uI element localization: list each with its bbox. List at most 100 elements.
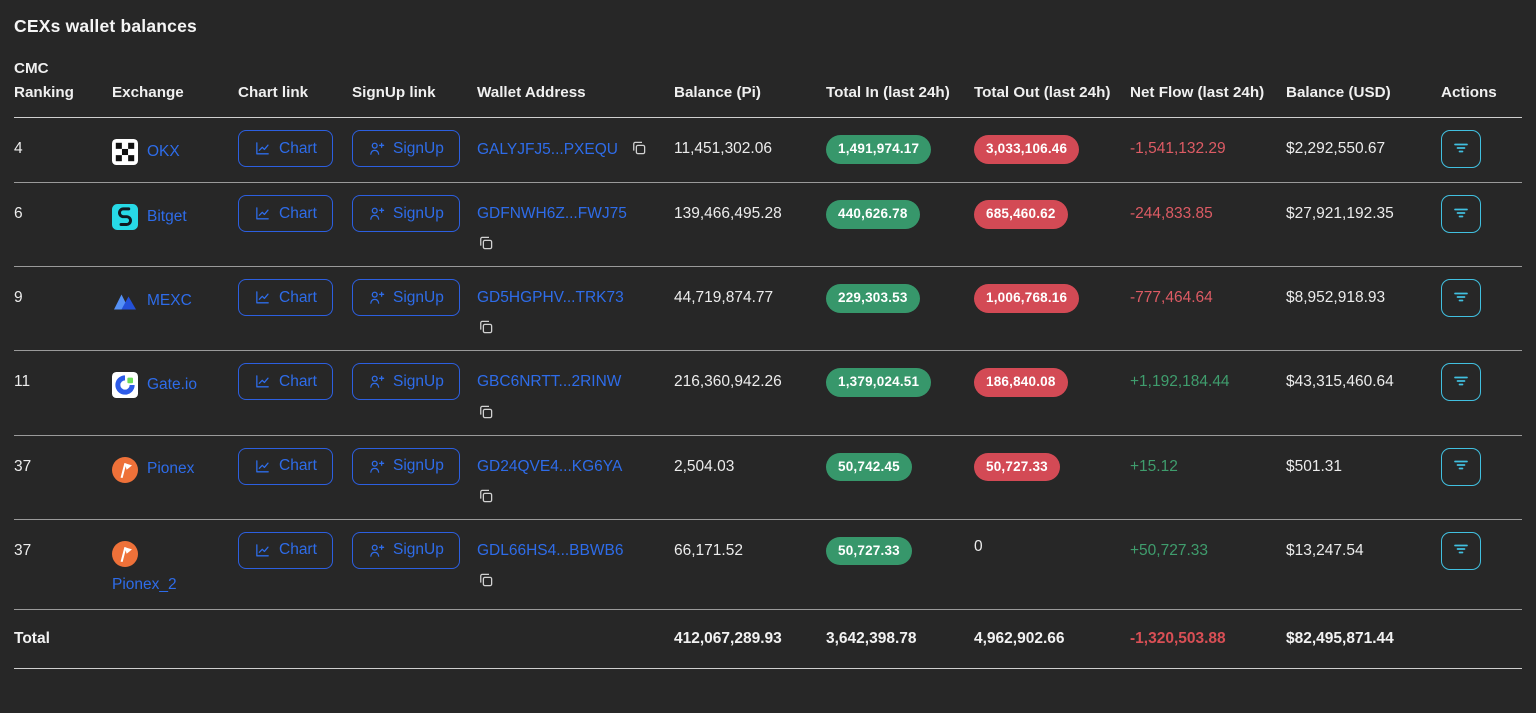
chart-button-label: Chart <box>279 289 317 307</box>
total-in-badge: 50,742.45 <box>826 453 912 482</box>
chart-link-button[interactable]: Chart <box>238 532 333 569</box>
exchange-cell: Pionex <box>112 457 228 483</box>
exchange-link[interactable]: MEXC <box>147 291 192 311</box>
filter-lines-icon <box>1453 458 1469 475</box>
exchange-cell: OKX <box>112 139 228 165</box>
header-balance-pi: Balance (Pi) <box>674 47 826 118</box>
signup-button-label: SignUp <box>393 373 444 391</box>
signup-link-button[interactable]: SignUp <box>352 130 460 167</box>
signup-button-label: SignUp <box>393 541 444 559</box>
balance-pi-value: 11,451,302.06 <box>674 140 772 157</box>
net-flow-value: +1,192,184.44 <box>1130 373 1230 390</box>
exchange-logo <box>112 139 138 165</box>
table-header-row: CMC Ranking Exchange Chart link SignUp l… <box>14 47 1522 118</box>
balance-usd-value: $8,952,918.93 <box>1286 289 1385 306</box>
wallet-address-link[interactable]: GDFNWH6Z...FWJ75 <box>477 205 627 222</box>
net-flow-value: -1,541,132.29 <box>1130 140 1226 157</box>
chart-button-label: Chart <box>279 457 317 475</box>
chart-button-label: Chart <box>279 373 317 391</box>
total-net-flow: -1,320,503.88 <box>1130 630 1226 647</box>
actions-button[interactable] <box>1441 448 1481 486</box>
signup-link-button[interactable]: SignUp <box>352 532 460 569</box>
balance-pi-value: 44,719,874.77 <box>674 289 773 306</box>
copy-address-button[interactable] <box>477 403 495 421</box>
actions-button[interactable] <box>1441 532 1481 570</box>
copy-address-button[interactable] <box>477 318 495 336</box>
balance-usd-value: $43,315,460.64 <box>1286 373 1394 390</box>
line-chart-icon <box>254 205 271 222</box>
exchange-logo <box>112 204 138 230</box>
total-balance-pi: 412,067,289.93 <box>674 630 782 647</box>
cmc-ranking-value: 4 <box>14 140 23 157</box>
chart-link-button[interactable]: Chart <box>238 130 333 167</box>
chart-link-button[interactable]: Chart <box>238 448 333 485</box>
header-chart-link: Chart link <box>238 47 352 118</box>
balance-pi-value: 216,360,942.26 <box>674 373 782 390</box>
actions-button[interactable] <box>1441 279 1481 317</box>
user-plus-icon <box>368 140 385 157</box>
chart-link-button[interactable]: Chart <box>238 363 333 400</box>
wallet-address-link[interactable]: GALYJFJ5...PXEQU <box>477 141 618 158</box>
pionex-logo-icon <box>112 541 138 567</box>
wallet-address-link[interactable]: GDL66HS4...BBWB6 <box>477 542 623 559</box>
signup-button-label: SignUp <box>393 205 444 223</box>
wallet-address-link[interactable]: GD5HGPHV...TRK73 <box>477 289 624 306</box>
exchange-link[interactable]: OKX <box>147 142 180 162</box>
signup-link-button[interactable]: SignUp <box>352 195 460 232</box>
exchange-link[interactable]: Gate.io <box>147 375 197 395</box>
filter-lines-icon <box>1453 542 1469 559</box>
exchange-link[interactable]: Pionex_2 <box>112 575 177 595</box>
cex-balances-table: CMC Ranking Exchange Chart link SignUp l… <box>14 47 1522 669</box>
net-flow-value: -244,833.85 <box>1130 205 1213 222</box>
cex-balances-panel: CEXs wallet balances CMC Ranking Exchang… <box>0 0 1536 669</box>
user-plus-icon <box>368 542 385 559</box>
actions-button[interactable] <box>1441 130 1481 168</box>
filter-lines-icon <box>1453 290 1469 307</box>
exchange-link[interactable]: Pionex <box>147 459 194 479</box>
copy-address-button[interactable] <box>477 234 495 252</box>
exchange-logo <box>112 541 138 567</box>
cmc-ranking-value: 11 <box>14 373 30 390</box>
chart-link-button[interactable]: Chart <box>238 279 333 316</box>
wallet-address-link[interactable]: GD24QVE4...KG6YA <box>477 458 622 475</box>
table-row: 11 Gate.io Chart SignUp <box>14 351 1522 435</box>
chart-button-label: Chart <box>279 140 317 158</box>
signup-link-button[interactable]: SignUp <box>352 363 460 400</box>
balance-usd-value: $27,921,192.35 <box>1286 205 1394 222</box>
exchange-cell: Bitget <box>112 204 228 230</box>
exchange-cell: Pionex_2 <box>112 541 228 595</box>
balance-pi-value: 66,171.52 <box>674 542 743 559</box>
line-chart-icon <box>254 289 271 306</box>
page-title: CEXs wallet balances <box>14 16 1522 37</box>
signup-link-button[interactable]: SignUp <box>352 448 460 485</box>
actions-button[interactable] <box>1441 195 1481 233</box>
table-row: 4 OKX Chart SignUp <box>14 118 1522 183</box>
exchange-link[interactable]: Bitget <box>147 207 187 227</box>
total-in-sum: 3,642,398.78 <box>826 630 917 647</box>
signup-link-button[interactable]: SignUp <box>352 279 460 316</box>
signup-button-label: SignUp <box>393 140 444 158</box>
net-flow-value: +15.12 <box>1130 458 1178 475</box>
mexc-logo-icon <box>112 288 138 314</box>
copy-address-button[interactable] <box>477 487 495 505</box>
balance-pi-value: 139,466,495.28 <box>674 205 782 222</box>
user-plus-icon <box>368 458 385 475</box>
balance-pi-value: 2,504.03 <box>674 458 734 475</box>
total-out-value: 1,006,768.16 <box>974 284 1079 313</box>
total-row: Total 412,067,289.93 3,642,398.78 4,962,… <box>14 609 1522 668</box>
net-flow-value: +50,727.33 <box>1130 542 1208 559</box>
actions-button[interactable] <box>1441 363 1481 401</box>
header-balance-usd: Balance (USD) <box>1286 47 1441 118</box>
copy-address-button[interactable] <box>630 139 648 157</box>
total-out-value: 50,727.33 <box>974 453 1060 482</box>
bitget-logo-icon <box>112 204 138 230</box>
exchange-logo <box>112 457 138 483</box>
chart-link-button[interactable]: Chart <box>238 195 333 232</box>
copy-address-button[interactable] <box>477 571 495 589</box>
gateio-logo-icon <box>112 372 138 398</box>
net-flow-value: -777,464.64 <box>1130 289 1213 306</box>
balance-usd-value: $501.31 <box>1286 458 1342 475</box>
line-chart-icon <box>254 373 271 390</box>
balance-usd-value: $2,292,550.67 <box>1286 140 1385 157</box>
wallet-address-link[interactable]: GBC6NRTT...2RINW <box>477 373 621 390</box>
